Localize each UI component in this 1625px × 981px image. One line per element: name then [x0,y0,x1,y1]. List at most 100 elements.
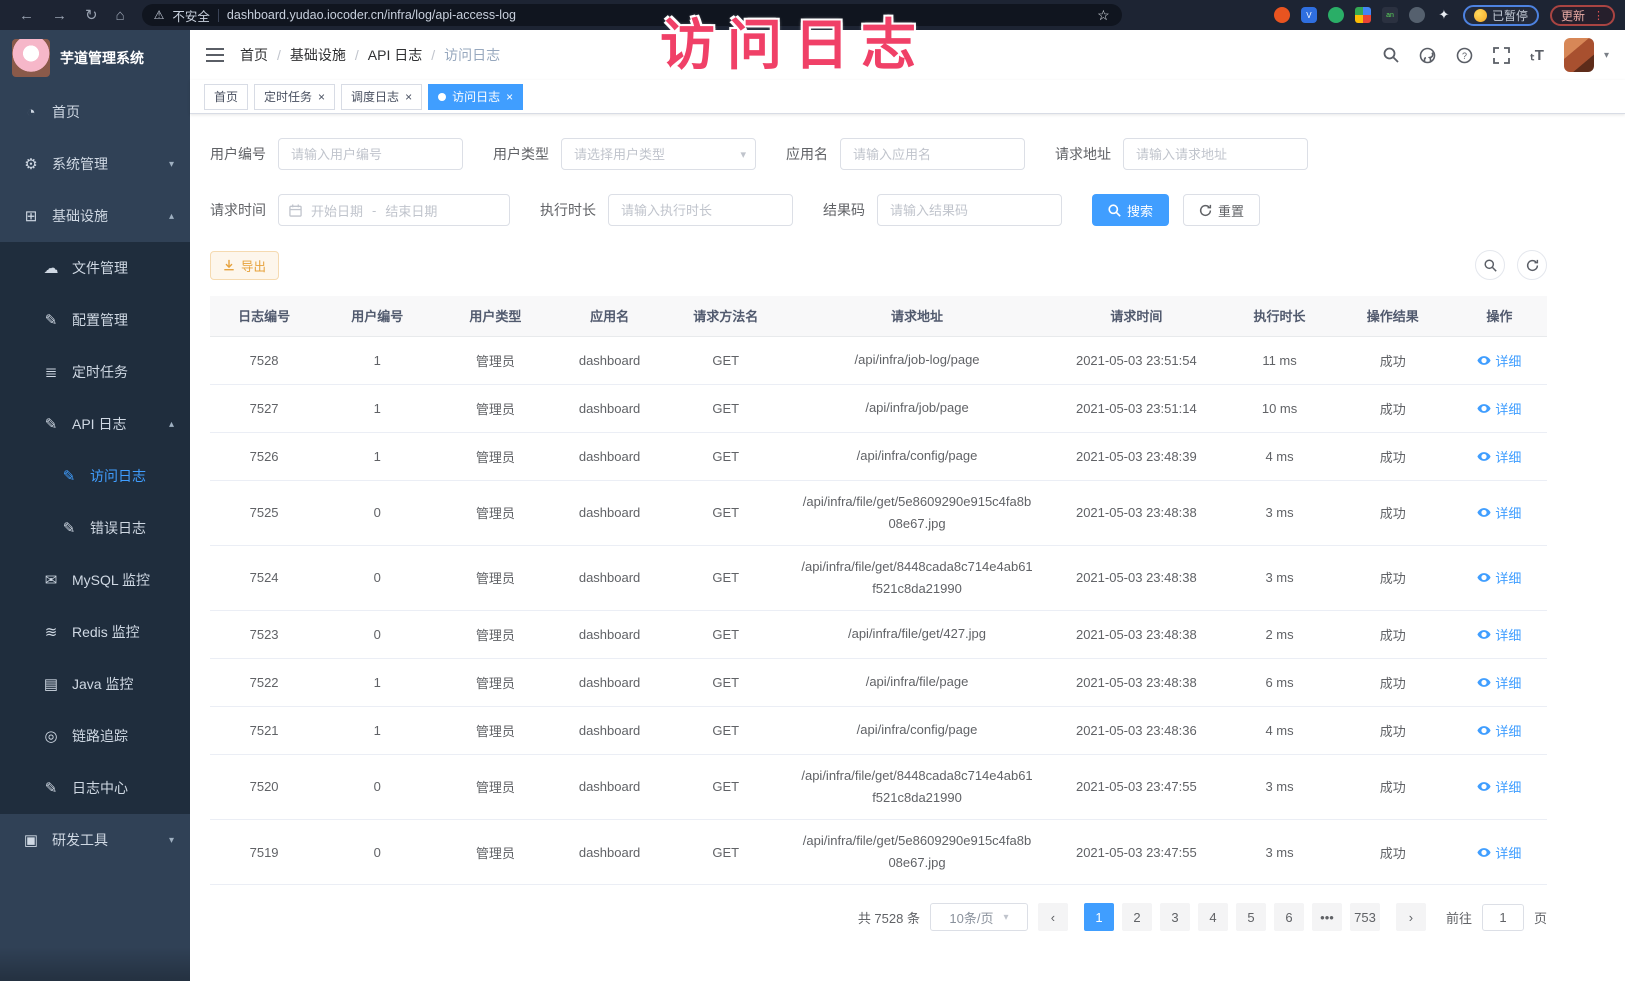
sidebar-item-infrastructure[interactable]: ⊞基础设施▴ [0,190,190,242]
date-range-picker[interactable]: 开始日期 - 结束日期 [278,194,510,226]
page-button-6[interactable]: 6 [1274,903,1304,931]
cell-url: /api/infra/file/get/5e8609290e915c4fa8b0… [787,480,1047,545]
search-button[interactable]: 搜索 [1092,194,1169,226]
page-button-2[interactable]: 2 [1122,903,1152,931]
ext-orange-icon[interactable] [1274,7,1290,23]
cell-url: /api/infra/file/get/8448cada8c714e4ab61f… [787,754,1047,819]
detail-link[interactable]: 详细 [1477,843,1521,862]
chevron-down-icon[interactable]: ▾ [1604,50,1609,61]
github-icon[interactable] [1419,47,1436,64]
sidebar-item-system-manage[interactable]: ⚙系统管理▾ [0,138,190,190]
user-type-select[interactable] [561,138,756,170]
user-avatar[interactable] [1564,38,1594,72]
close-icon[interactable]: × [405,91,412,103]
tab-定时任务[interactable]: 定时任务× [254,84,335,110]
kebab-menu-icon[interactable]: ⋮ [1593,9,1604,22]
goto-page-input[interactable] [1482,904,1524,931]
font-size-icon[interactable]: ₜT [1530,46,1544,64]
cell-action: 详细 [1452,706,1547,754]
tab-label: 首页 [214,88,238,105]
detail-link[interactable]: 详细 [1477,625,1521,644]
close-icon[interactable]: × [318,91,325,103]
app-name-input[interactable] [840,138,1025,170]
sidebar-item-config-manage[interactable]: ✎配置管理 [0,294,190,346]
page-button-753[interactable]: 753 [1350,903,1380,931]
cell-action: 详细 [1452,820,1547,885]
ext-translate-icon[interactable]: an [1382,7,1398,23]
chevron-up-icon: ▴ [169,211,174,222]
duration-input[interactable] [608,194,793,226]
sidebar-item-redis-monitor[interactable]: ≋Redis 监控 [0,606,190,658]
close-icon[interactable]: × [506,91,513,103]
request-url-input[interactable] [1123,138,1308,170]
next-page-button[interactable]: › [1396,903,1426,931]
detail-link[interactable]: 详细 [1477,447,1521,466]
browser-home-icon[interactable]: ⌂ [116,7,125,24]
detail-link[interactable]: 详细 [1477,777,1521,796]
detail-link[interactable]: 详细 [1477,673,1521,692]
eye-icon [1477,403,1491,414]
ext-green-icon[interactable] [1328,7,1344,23]
eye-icon [1477,725,1491,736]
logo-row[interactable]: 芋道管理系统 [0,30,190,86]
breadcrumb-item[interactable]: 首页 [240,45,268,65]
export-button[interactable]: 导出 [210,251,279,280]
page-size-select[interactable]: 10条/页 ▾ [930,903,1028,931]
browser-reload-icon[interactable]: ↻ [85,6,98,24]
detail-link[interactable]: 详细 [1477,399,1521,418]
column-header-app: 应用名 [555,296,665,336]
detail-link[interactable]: 详细 [1477,721,1521,740]
sidebar-item-trace[interactable]: ◎链路追踪 [0,710,190,762]
ext-pin-icon[interactable]: ✦ [1436,7,1452,23]
sidebar-item-error-log[interactable]: ✎错误日志 [0,502,190,554]
pager-ellipsis[interactable]: ••• [1312,903,1342,931]
refresh-button[interactable] [1517,250,1547,280]
sidebar-item-java-monitor[interactable]: ▤Java 监控 [0,658,190,710]
cell-time: 2021-05-03 23:51:54 [1047,336,1225,384]
ext-shield-icon[interactable]: V [1301,7,1317,23]
prev-page-button[interactable]: ‹ [1038,903,1068,931]
tab-调度日志[interactable]: 调度日志× [341,84,422,110]
detail-link[interactable]: 详细 [1477,503,1521,522]
browser-forward-icon[interactable]: → [52,7,67,24]
ext-grid-icon[interactable] [1355,7,1371,23]
toggle-search-button[interactable] [1475,250,1505,280]
result-code-input[interactable] [877,194,1062,226]
sidebar-item-cron-job[interactable]: ≣定时任务 [0,346,190,398]
cell-method: GET [665,754,787,819]
page-button-4[interactable]: 4 [1198,903,1228,931]
search-icon[interactable] [1383,47,1399,63]
search-icon [1484,259,1497,272]
sidebar-item-log-center[interactable]: ✎日志中心 [0,762,190,814]
address-bar[interactable]: ⚠ 不安全 dashboard.yudao.iocoder.cn/infra/l… [142,4,1122,26]
fullscreen-icon[interactable] [1493,47,1510,64]
sidebar-item-mysql-monitor[interactable]: ✉MySQL 监控 [0,554,190,606]
breadcrumb-item[interactable]: API 日志 [368,45,422,65]
paused-badge[interactable]: 已暂停 [1463,5,1539,26]
reset-button[interactable]: 重置 [1183,194,1260,226]
detail-label: 详细 [1495,625,1521,644]
sidebar-item-access-log[interactable]: ✎访问日志 [0,450,190,502]
page-button-3[interactable]: 3 [1160,903,1190,931]
cell-duration: 3 ms [1225,480,1333,545]
page-button-1[interactable]: 1 [1084,903,1114,931]
tab-访问日志[interactable]: 访问日志× [428,84,523,110]
detail-link[interactable]: 详细 [1477,568,1521,587]
sidebar-item-home[interactable]: ◔首页 [0,86,190,138]
hamburger-icon[interactable] [206,48,224,62]
sidebar-item-file-manage[interactable]: ☁文件管理 [0,242,190,294]
breadcrumb-item[interactable]: 基础设施 [290,45,346,65]
user-id-input[interactable] [278,138,463,170]
update-button[interactable]: 更新 ⋮ [1550,5,1615,26]
sidebar-item-api-log[interactable]: ✎API 日志▴ [0,398,190,450]
sidebar-item-dev-tools[interactable]: ▣研发工具▾ [0,814,190,866]
ext-misc-icon[interactable] [1409,7,1425,23]
page-button-5[interactable]: 5 [1236,903,1266,931]
bookmark-star-icon[interactable]: ☆ [1097,7,1110,24]
browser-back-icon[interactable]: ← [19,7,34,24]
tab-首页[interactable]: 首页 [204,84,248,110]
cell-time: 2021-05-03 23:48:38 [1047,480,1225,545]
detail-link[interactable]: 详细 [1477,351,1521,370]
help-icon[interactable]: ? [1456,47,1473,64]
cell-app: dashboard [555,610,665,658]
